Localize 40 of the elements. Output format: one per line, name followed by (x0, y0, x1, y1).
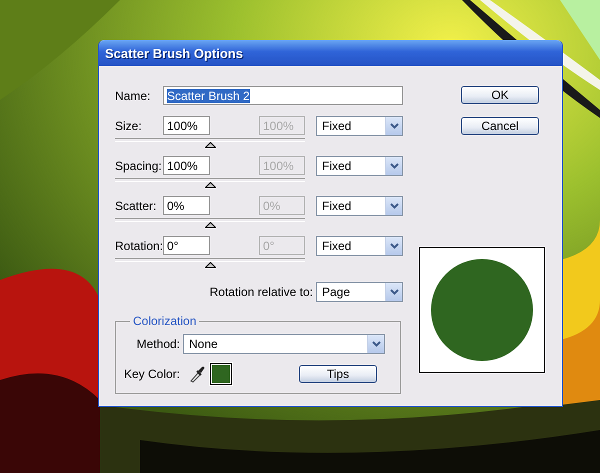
max-value-field: 100% (259, 156, 305, 175)
chevron-icon (372, 341, 380, 347)
parameter-label: Size: (115, 118, 143, 132)
parameter-label: Spacing: (115, 158, 163, 172)
value-field[interactable]: 0° (163, 236, 210, 255)
rotation-relative-label: Rotation relative to: (210, 285, 313, 299)
value-field[interactable]: 100% (163, 156, 210, 175)
name-label: Name: (115, 88, 152, 102)
parameter-label: Scatter: (115, 198, 158, 212)
variation-dropdown[interactable]: Fixed (316, 116, 403, 136)
slider-thumb[interactable] (205, 182, 216, 188)
key-color-swatch[interactable] (210, 363, 232, 385)
value-field[interactable]: 0% (163, 196, 210, 215)
eyedropper-icon[interactable] (189, 365, 205, 383)
value-field[interactable]: 100% (163, 116, 210, 135)
chevron-icon (390, 122, 398, 128)
tips-button[interactable]: Tips (299, 365, 377, 383)
key-color-label: Key Color: (122, 367, 180, 381)
parameter-label: Rotation: (115, 238, 163, 252)
ok-button[interactable]: OK (461, 86, 539, 104)
slider-thumb[interactable] (205, 262, 216, 268)
method-dropdown[interactable]: None (183, 334, 385, 354)
chevron-icon (390, 202, 398, 208)
max-value-field: 100% (259, 116, 305, 135)
chevron-icon (390, 242, 398, 248)
group-title: Colorization (130, 314, 200, 328)
max-value-field: 0° (259, 236, 305, 255)
method-label: Method: (136, 337, 180, 351)
rotation-relative-dropdown[interactable]: Page (316, 282, 403, 302)
variation-dropdown[interactable]: Fixed (316, 236, 403, 256)
variation-dropdown[interactable]: Fixed (316, 156, 403, 176)
variation-dropdown[interactable]: Fixed (316, 196, 403, 216)
slider-thumb[interactable] (205, 142, 216, 148)
slider-thumb[interactable] (205, 222, 216, 228)
cancel-button[interactable]: Cancel (461, 117, 539, 135)
chevron-icon (390, 162, 398, 168)
name-field[interactable]: Scatter Brush 2 (163, 86, 403, 105)
chevron-icon (390, 289, 398, 295)
window-title: Scatter Brush Options (105, 46, 243, 60)
max-value-field: 0% (259, 196, 305, 215)
